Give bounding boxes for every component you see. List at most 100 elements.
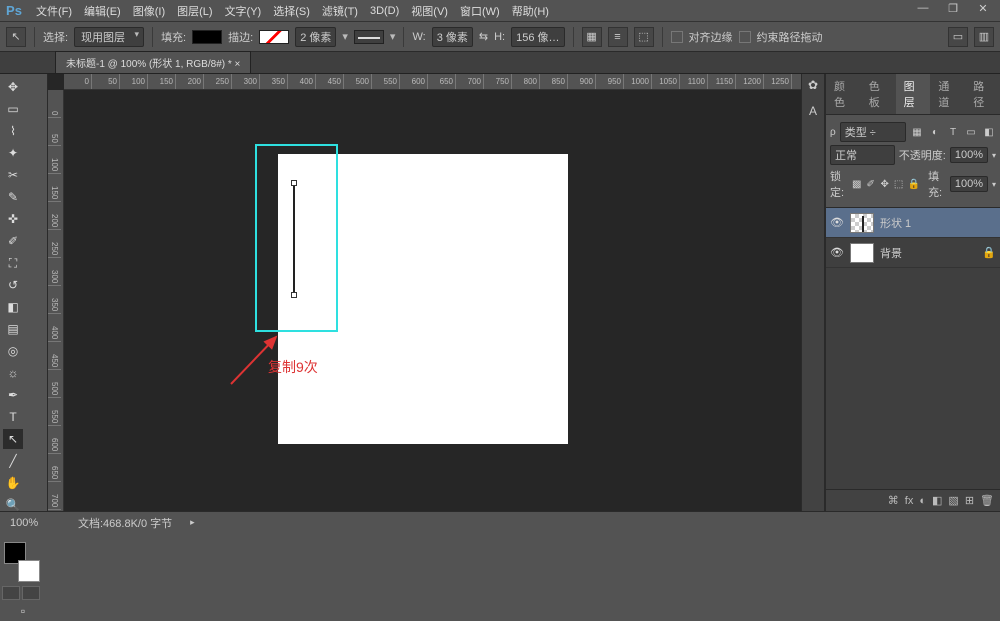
lock-pos-icon[interactable]: ✥ [880, 177, 890, 191]
layer-thumbnail[interactable] [850, 213, 874, 233]
move-tool[interactable]: ✥ [3, 77, 23, 97]
filter-smart-icon[interactable]: ◧ [982, 125, 996, 139]
dodge-tool[interactable]: ☼ [3, 363, 23, 383]
menu-view[interactable]: 视图(V) [405, 1, 454, 21]
adjustment-layer-icon[interactable]: ◧ [932, 494, 942, 507]
lock-all-icon[interactable]: 🔒 [908, 177, 920, 191]
fill-swatch[interactable] [192, 30, 222, 44]
layer-row[interactable]: 👁 形状 1 [826, 208, 1000, 238]
delete-layer-icon[interactable]: 🗑 [980, 494, 994, 507]
layer-name[interactable]: 背景 [880, 245, 902, 261]
visibility-icon[interactable]: 👁 [830, 216, 844, 229]
menu-file[interactable]: 文件(F) [30, 1, 78, 21]
layer-mask-icon[interactable]: ◐ [919, 495, 926, 507]
path-selection-tool[interactable]: ↖ [3, 429, 23, 449]
menu-layer[interactable]: 图层(L) [171, 1, 218, 21]
menu-3d[interactable]: 3D(D) [364, 3, 405, 19]
group-icon[interactable]: ▧ [948, 494, 958, 507]
menu-type[interactable]: 文字(Y) [219, 1, 268, 21]
document-tab[interactable]: 未标题-1 @ 100% (形状 1, RGB/8#) * × [55, 51, 251, 73]
visibility-icon[interactable]: 👁 [830, 246, 844, 259]
ruler-vertical[interactable]: 0501001502002503003504004505005506006507… [48, 90, 64, 511]
selection-bounds[interactable] [255, 144, 338, 332]
opacity-field[interactable]: 100% [950, 147, 988, 163]
doc-info[interactable]: 文档:468.8K/0 字节 [78, 515, 172, 531]
select-target-dropdown[interactable]: 现用图层 [74, 27, 144, 47]
character-panel-icon[interactable]: A [804, 104, 822, 120]
layer-kind-dropdown[interactable]: 类型 ÷ [840, 122, 906, 142]
quickmask-mode-icon[interactable] [22, 586, 40, 600]
path-align-icon[interactable]: ≡ [608, 27, 628, 47]
height-field[interactable]: 156 像… [511, 27, 564, 47]
line-tool[interactable]: ╱ [3, 451, 23, 471]
shape-line[interactable] [293, 184, 295, 292]
lock-paint-icon[interactable]: ✐ [866, 177, 876, 191]
constrain-checkbox[interactable] [739, 31, 751, 43]
blur-tool[interactable]: ◎ [3, 341, 23, 361]
stamp-tool[interactable]: ⛶ [3, 253, 23, 273]
menu-help[interactable]: 帮助(H) [506, 1, 555, 21]
tab-layers[interactable]: 图层 [896, 74, 931, 114]
tab-paths[interactable]: 路径 [965, 74, 1000, 114]
screen-mode-icon[interactable]: ▫ [3, 601, 43, 621]
layer-thumbnail[interactable] [850, 243, 874, 263]
menu-window[interactable]: 窗口(W) [454, 1, 506, 21]
standard-mode-icon[interactable] [2, 586, 20, 600]
menu-filter[interactable]: 滤镜(T) [316, 1, 364, 21]
width-field[interactable]: 3 像素 [432, 27, 473, 47]
eraser-tool[interactable]: ◧ [3, 297, 23, 317]
type-tool[interactable]: T [3, 407, 23, 427]
hand-tool[interactable]: ✋ [3, 473, 23, 493]
path-anchor-top[interactable] [291, 180, 297, 186]
stroke-size-field[interactable]: 2 像素 [295, 27, 336, 47]
lasso-tool[interactable]: ⌇ [3, 121, 23, 141]
fill-opacity-field[interactable]: 100% [950, 176, 988, 192]
filter-adjust-icon[interactable]: ◐ [928, 125, 942, 139]
path-operations-icon[interactable]: ▦ [582, 27, 602, 47]
ruler-horizontal[interactable]: 0501001502002503003504004505005506006507… [64, 74, 801, 90]
gradient-tool[interactable]: ▤ [3, 319, 23, 339]
background-swatch[interactable] [18, 560, 40, 582]
layer-row[interactable]: 👁 背景 🔒 [826, 238, 1000, 268]
blend-mode-dropdown[interactable]: 正常 [830, 145, 895, 165]
zoom-level[interactable]: 100% [10, 517, 60, 529]
window-minimize[interactable]: — [910, 2, 936, 18]
path-selection-icon[interactable]: ↖ [6, 27, 26, 47]
tab-channels[interactable]: 通道 [930, 74, 965, 114]
eyedropper-tool[interactable]: ✎ [3, 187, 23, 207]
crop-tool[interactable]: ✂ [3, 165, 23, 185]
layer-fx-icon[interactable]: fx [905, 495, 914, 507]
workspace-switcher-icon[interactable]: ▥ [974, 27, 994, 47]
window-maximize[interactable]: ❐ [940, 2, 966, 18]
brush-tool[interactable]: ✐ [3, 231, 23, 251]
filter-type-icon[interactable]: T [946, 125, 960, 139]
pen-tool[interactable]: ✒ [3, 385, 23, 405]
history-panel-icon[interactable]: ✿ [804, 78, 822, 94]
healing-tool[interactable]: ✜ [3, 209, 23, 229]
lock-artboard-icon[interactable]: ⬚ [894, 177, 904, 191]
lock-trans-icon[interactable]: ▩ [852, 177, 862, 191]
menu-image[interactable]: 图像(I) [127, 1, 171, 21]
workspace-icon[interactable]: ▭ [948, 27, 968, 47]
canvas-area[interactable]: 0501001502002503003504004505005506006507… [48, 74, 801, 511]
menu-edit[interactable]: 编辑(E) [78, 1, 127, 21]
marquee-tool[interactable]: ▭ [3, 99, 23, 119]
history-brush-tool[interactable]: ↺ [3, 275, 23, 295]
link-icon[interactable]: ⇆ [479, 30, 488, 43]
window-close[interactable]: ✕ [970, 2, 996, 18]
filter-pixel-icon[interactable]: ▦ [910, 125, 924, 139]
new-layer-icon[interactable]: ⊞ [965, 494, 974, 507]
stroke-style-dropdown[interactable] [354, 30, 384, 44]
path-anchor-bottom[interactable] [291, 292, 297, 298]
tab-color[interactable]: 颜色 [826, 74, 861, 114]
filter-shape-icon[interactable]: ▭ [964, 125, 978, 139]
align-edges-checkbox[interactable] [671, 31, 683, 43]
color-swatches[interactable] [4, 542, 44, 582]
path-arrange-icon[interactable]: ⬚ [634, 27, 654, 47]
menu-select[interactable]: 选择(S) [267, 1, 316, 21]
link-layers-icon[interactable]: ⌘ [888, 494, 899, 507]
magic-wand-tool[interactable]: ✦ [3, 143, 23, 163]
tab-swatches[interactable]: 色板 [861, 74, 896, 114]
stroke-swatch[interactable] [259, 30, 289, 44]
layer-name[interactable]: 形状 1 [880, 215, 911, 231]
